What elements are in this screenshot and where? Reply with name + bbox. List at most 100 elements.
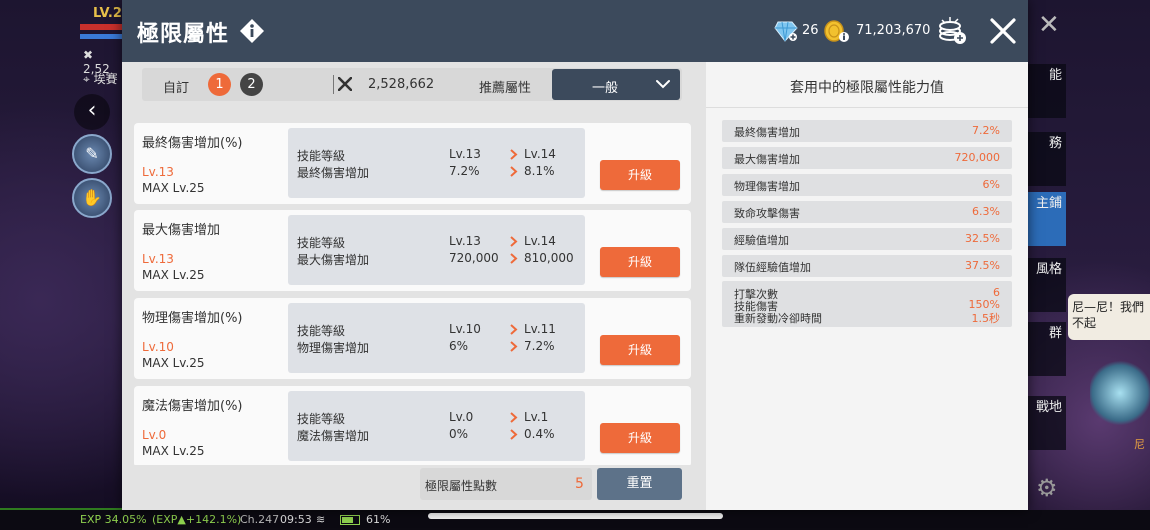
info-label-effect: 最大傷害增加 (297, 253, 370, 267)
upgrade-button[interactable]: 升級 (600, 247, 680, 277)
stat-label: 物理傷害增加 (734, 180, 800, 193)
attribute-points-bar: 極限屬性點數 5 (420, 468, 592, 500)
recommend-label: 推薦屬性 (479, 81, 532, 96)
current-value: 720,000 (449, 251, 499, 265)
attribute-level: Lv.10 (142, 340, 174, 354)
attribute-level: Lv.13 (142, 165, 174, 179)
chevron-right-icon (510, 429, 518, 440)
status-battery: 61% (366, 513, 391, 526)
upgrade-button[interactable]: 升級 (600, 335, 680, 365)
preset-button-2[interactable]: 2 (240, 73, 263, 96)
next-level: Lv.14 (524, 234, 556, 248)
stat-value: 6% (982, 178, 1000, 191)
attribute-name: 最終傷害增加(%) (142, 136, 243, 151)
side-menu-item-0[interactable]: 能 (1028, 64, 1066, 118)
status-exp: EXP 34.05% (80, 513, 147, 526)
current-level: Lv.0 (449, 410, 474, 424)
close-icon[interactable] (988, 16, 1018, 46)
attribute-name: 最大傷害增加 (142, 223, 221, 238)
info-label-level: 技能等級 (297, 324, 346, 338)
hud-location: ⌖ 埃賽 (83, 72, 118, 86)
next-value: 7.2% (524, 339, 555, 353)
attribute-max-level: MAX Lv.25 (142, 356, 205, 370)
wifi-icon: ≋ (316, 513, 326, 526)
stat-value: 7.2% (972, 124, 1000, 137)
side-menu-item-5[interactable]: 戰地 (1028, 396, 1066, 450)
combat-power: 2,528,662 (368, 77, 435, 92)
attribute-list-panel: 自訂 1 2 2,528,662 推薦屬性 一般 最終傷害增加(%) Lv.13 (122, 62, 706, 510)
stat-value: 32.5% (965, 232, 1000, 245)
stat-label: 最終傷害增加 (734, 126, 800, 139)
side-menu-item-4[interactable]: 群 (1028, 322, 1066, 376)
next-value: 0.4% (524, 427, 555, 441)
upgrade-button[interactable]: 升級 (600, 423, 680, 453)
recommend-attribute-bar: 推薦屬性 一般 (452, 68, 682, 101)
game-hud-left: LV.25 ✖ 2,52 ⌖ 埃賽 ‹ ✎ ✋ (0, 0, 131, 510)
stat-value: 6.3% (972, 205, 1000, 218)
currency-exchange-icon[interactable] (936, 16, 968, 46)
side-menu-item-3[interactable]: 風格 (1028, 258, 1066, 312)
attribute-level: Lv.13 (142, 252, 174, 266)
quest-scroll-icon[interactable]: ✎ (72, 134, 112, 174)
points-value: 5 (575, 476, 584, 492)
current-level: Lv.10 (449, 322, 481, 336)
chevron-right-icon (510, 166, 518, 177)
attribute-info-box: 技能等級 魔法傷害增加 Lv.0 0% Lv.1 0.4% (288, 391, 585, 461)
info-label-effect: 物理傷害增加 (297, 341, 370, 355)
coin-icon (824, 20, 849, 42)
side-menu-item-1[interactable]: 務 (1028, 132, 1066, 186)
battery-icon (340, 515, 360, 525)
side-menu-item-2[interactable]: 主鋪 (1028, 192, 1066, 246)
chevron-down-icon (656, 80, 670, 89)
attribute-max-level: MAX Lv.25 (142, 444, 205, 458)
limit-attribute-dialog: 極限屬性 26 71,203,670 自訂 1 2 2,528,662 推薦屬性… (122, 0, 1028, 510)
points-label: 極限屬性點數 (425, 479, 498, 493)
handshake-icon[interactable]: ✋ (72, 178, 112, 218)
stat-row: 致命攻擊傷害 6.3% (722, 201, 1012, 223)
upgrade-button[interactable]: 升級 (600, 160, 680, 190)
diamond-icon (774, 21, 798, 42)
dialog-title: 極限屬性 (137, 22, 230, 47)
stat-row: 物理傷害增加 6% (722, 174, 1012, 196)
attribute-card: 魔法傷害增加(%) Lv.0 MAX Lv.25 技能等級 魔法傷害增加 Lv.… (134, 386, 691, 465)
attribute-name: 魔法傷害增加(%) (142, 399, 243, 414)
recommend-dropdown[interactable]: 一般 (552, 69, 680, 100)
stat-value: 720,000 (954, 151, 1001, 164)
dialog-header: 極限屬性 26 71,203,670 (122, 0, 1028, 62)
chevron-right-icon (510, 149, 518, 160)
stat-label: 隊伍經驗值增加 (734, 261, 811, 274)
crossed-swords-icon (338, 77, 352, 91)
stat-value: 1.5秒 (971, 312, 1001, 325)
stat-label: 最大傷害增加 (734, 153, 800, 166)
info-icon[interactable] (239, 18, 265, 44)
chevron-right-icon (510, 412, 518, 423)
npc-name: 尼 (1134, 438, 1145, 451)
attribute-info-box: 技能等級 物理傷害增加 Lv.10 6% Lv.11 7.2% (288, 303, 585, 373)
current-value: 7.2% (449, 164, 480, 178)
current-value: 0% (449, 427, 469, 441)
chevron-right-icon (510, 253, 518, 264)
reset-button[interactable]: 重置 (597, 468, 682, 500)
mp-bar (80, 34, 122, 39)
status-exp-gain: (EXP▲+142.1%) (152, 513, 242, 526)
applied-stats-title: 套用中的極限屬性能力值 (790, 80, 944, 96)
hud-close-icon[interactable]: ✕ (1038, 10, 1060, 40)
status-channel: Ch.247 (240, 513, 280, 526)
preset-button-1[interactable]: 1 (208, 73, 231, 96)
attribute-max-level: MAX Lv.25 (142, 181, 205, 195)
info-label-level: 技能等級 (297, 149, 346, 163)
npc-character (1090, 358, 1150, 428)
attribute-card: 最終傷害增加(%) Lv.13 MAX Lv.25 技能等級 最終傷害增加 Lv… (134, 123, 691, 204)
info-label-level: 技能等級 (297, 412, 346, 426)
stat-label: 重新發動冷卻時間 (734, 312, 822, 325)
info-label-effect: 最終傷害增加 (297, 166, 370, 180)
attribute-list[interactable]: 最終傷害增加(%) Lv.13 MAX Lv.25 技能等級 最終傷害增加 Lv… (134, 120, 691, 465)
home-indicator[interactable] (428, 513, 723, 519)
settings-gear-icon[interactable]: ⚙ (1036, 474, 1058, 502)
preset-selector: 自訂 1 2 2,528,662 (142, 68, 461, 101)
stat-row: 最終傷害增加 7.2% (722, 120, 1012, 142)
stat-label: 致命攻擊傷害 (734, 207, 800, 220)
preset-label: 自訂 (163, 81, 190, 96)
preset-divider (333, 75, 334, 94)
back-arrow-icon[interactable]: ‹ (74, 94, 110, 130)
